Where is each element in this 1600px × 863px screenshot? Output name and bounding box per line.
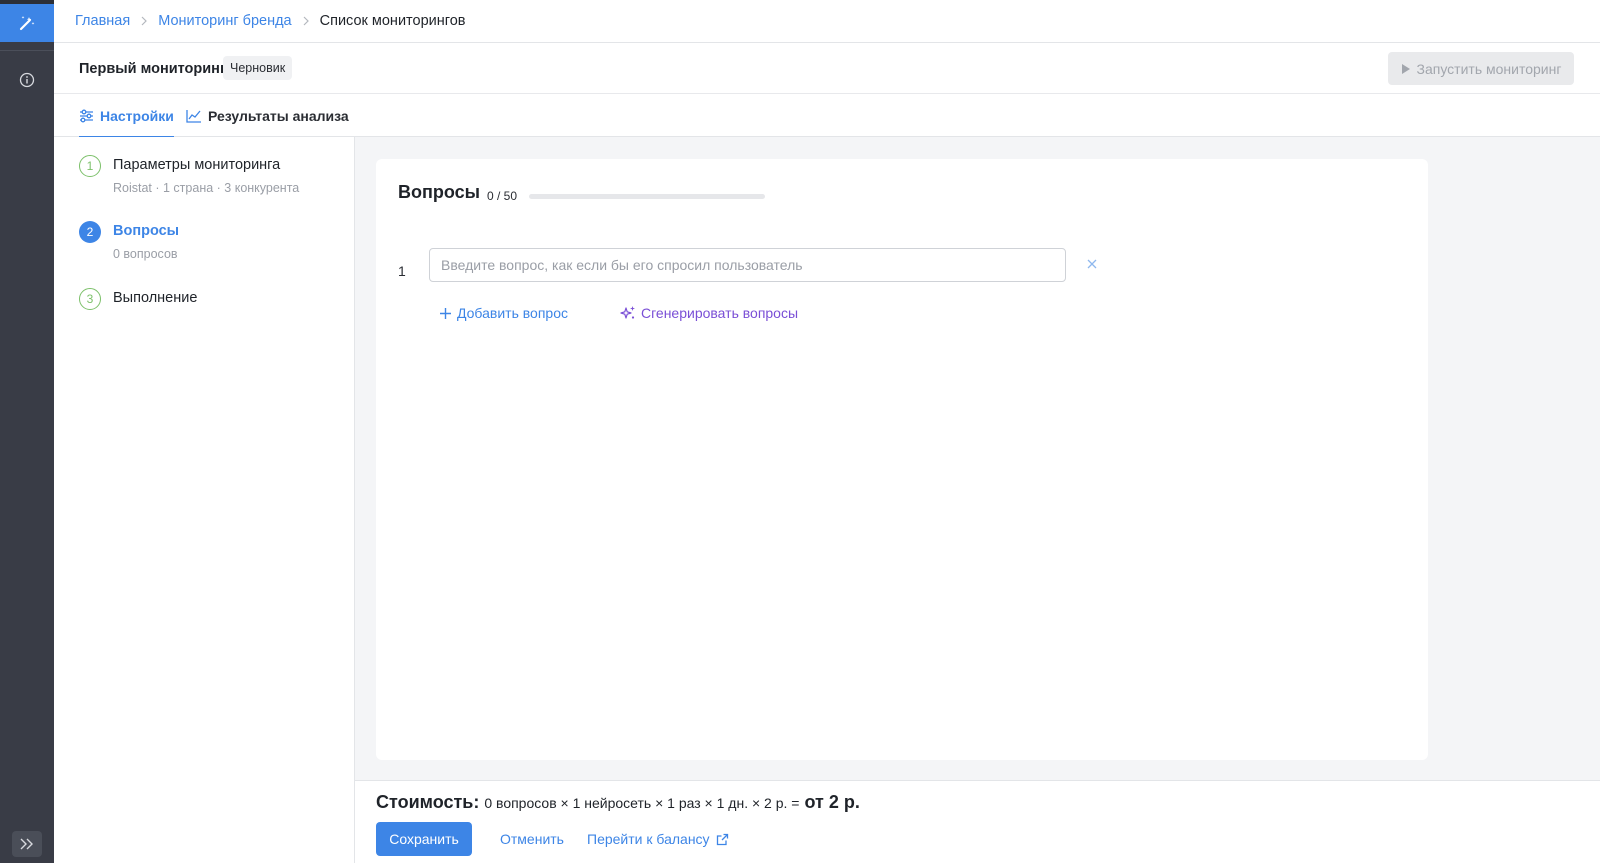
- magic-wand-icon[interactable]: [0, 4, 54, 42]
- tab-settings[interactable]: Настройки: [79, 94, 174, 138]
- add-question-button[interactable]: Добавить вопрос: [439, 305, 568, 321]
- step-number: 1: [79, 155, 101, 177]
- run-monitoring-label: Запустить мониторинг: [1416, 60, 1562, 77]
- question-number: 1: [398, 263, 406, 279]
- double-chevron-right-icon[interactable]: [12, 831, 42, 857]
- footer-bar: Стоимость: 0 вопросов × 1 нейросеть × 1 …: [355, 780, 1600, 863]
- add-question-label: Добавить вопрос: [457, 305, 568, 321]
- questions-title: Вопросы: [398, 182, 481, 202]
- cost-formula: 0 вопросов × 1 нейросеть × 1 раз × 1 дн.…: [484, 795, 800, 811]
- tabs: Настройки Результаты анализа: [54, 94, 1600, 138]
- sliders-icon: [80, 109, 93, 122]
- cost-label: Стоимость:: [376, 792, 480, 812]
- tab-analysis-results-label: Результаты анализа: [208, 107, 349, 124]
- chevron-right-icon: [130, 16, 158, 26]
- questions-counter: 0 / 50: [487, 189, 518, 203]
- cost-total: от 2 р.: [804, 792, 860, 812]
- save-button[interactable]: Сохранить: [376, 822, 472, 856]
- breadcrumb-monitoring-list[interactable]: Список мониторингов: [320, 13, 466, 29]
- step-number: 2: [79, 221, 101, 243]
- close-icon[interactable]: [1084, 256, 1100, 272]
- chevron-right-icon: [292, 16, 320, 26]
- run-monitoring-button[interactable]: Запустить мониторинг: [1388, 52, 1574, 85]
- step-title: Вопросы: [113, 223, 180, 239]
- cancel-link[interactable]: Отменить: [500, 831, 564, 847]
- question-input[interactable]: [429, 248, 1066, 282]
- tab-analysis-results[interactable]: Результаты анализа: [186, 94, 349, 137]
- go-to-balance-link[interactable]: Перейти к балансу: [587, 831, 729, 847]
- status-badge: Черновик: [223, 56, 293, 80]
- step-subtitle: Roistat · 1 страна · 3 конкурента: [113, 181, 300, 195]
- external-link-icon: [716, 833, 728, 845]
- step-number: 3: [79, 288, 101, 310]
- step-title: Параметры мониторинга: [113, 157, 281, 173]
- step-subtitle: 0 вопросов: [113, 247, 178, 261]
- rail-divider: [0, 50, 54, 51]
- questions-progress-bar: [529, 194, 765, 199]
- page-title: Первый мониторинг: [79, 61, 226, 77]
- go-to-balance-label: Перейти к балансу: [587, 831, 710, 847]
- generate-questions-button[interactable]: Сгенерировать вопросы: [620, 305, 798, 321]
- page-header: Первый мониторинг Черновик Запустить мон…: [54, 43, 1600, 94]
- play-icon: [1401, 63, 1410, 74]
- breadcrumb-brand-monitoring[interactable]: Мониторинг бренда: [158, 13, 291, 29]
- sparkles-icon: [620, 306, 635, 319]
- plus-icon: [440, 307, 451, 319]
- app-rail: [0, 0, 54, 863]
- step-title: Выполнение: [113, 290, 198, 306]
- tab-settings-label: Настройки: [100, 107, 174, 124]
- line-chart-icon: [186, 109, 201, 123]
- info-icon[interactable]: [18, 71, 36, 89]
- breadcrumb-home[interactable]: Главная: [75, 13, 130, 29]
- steps-panel: 1 Параметры мониторинга Roistat · 1 стра…: [54, 137, 355, 863]
- questions-card: Вопросы 0 / 50 1 Добавить вопрос Сгенери…: [376, 159, 1428, 760]
- breadcrumb: Главная Мониторинг бренда Список монитор…: [54, 0, 1600, 43]
- generate-questions-label: Сгенерировать вопросы: [641, 305, 799, 321]
- main-content: Вопросы 0 / 50 1 Добавить вопрос Сгенери…: [355, 137, 1600, 780]
- cost-summary: Стоимость: 0 вопросов × 1 нейросеть × 1 …: [376, 792, 860, 813]
